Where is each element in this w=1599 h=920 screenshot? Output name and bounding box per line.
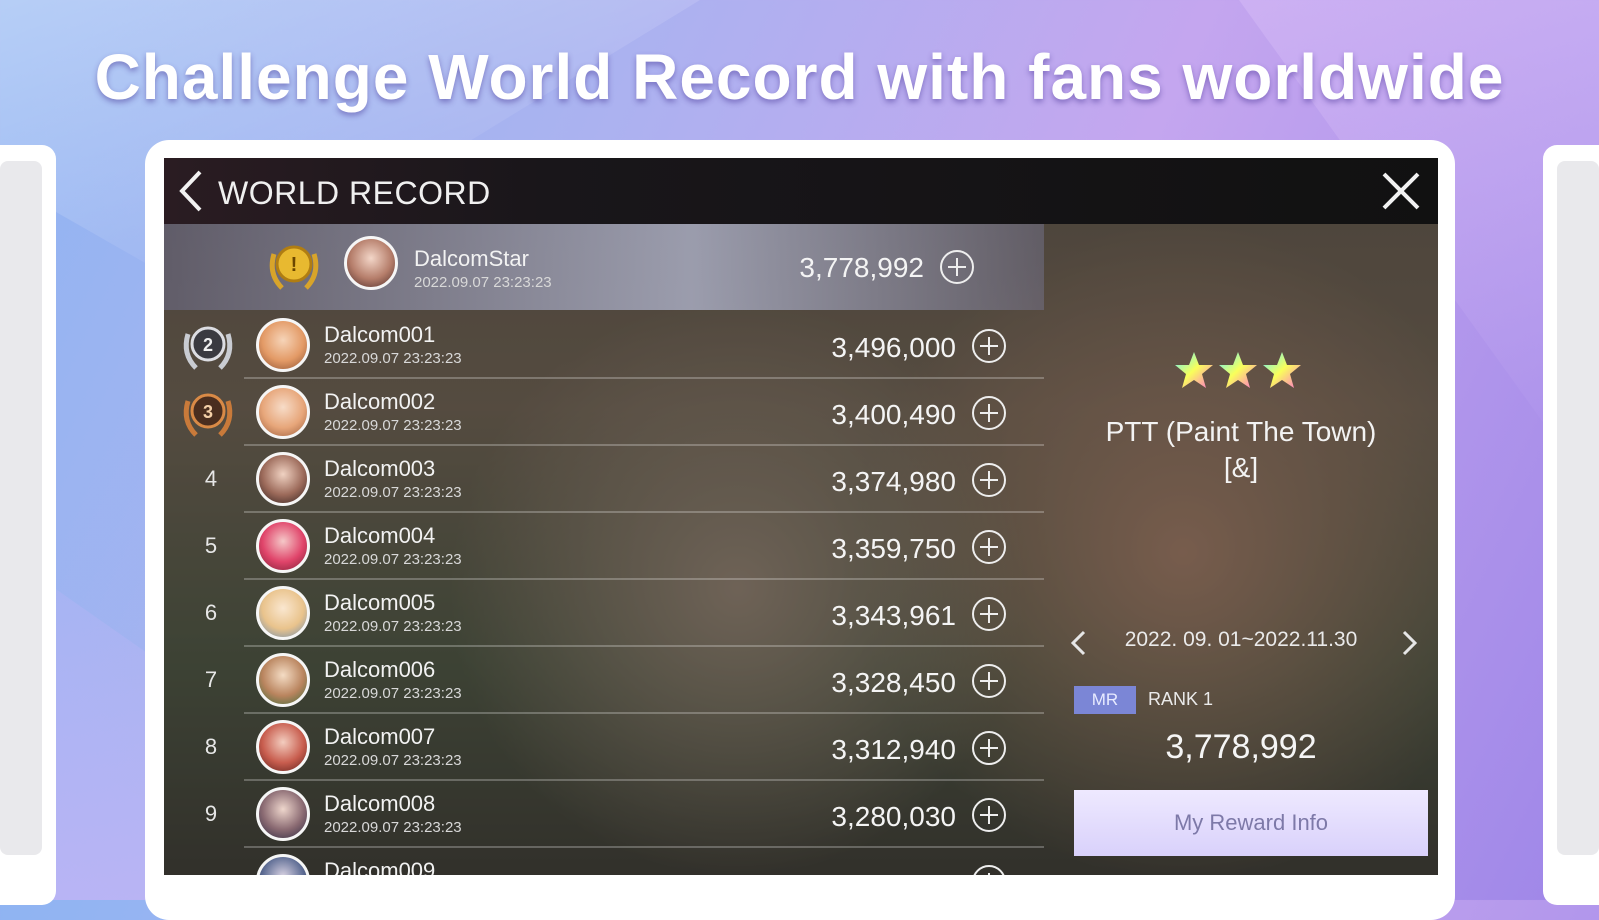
close-icon xyxy=(1382,172,1420,210)
record-date: 2022.09.07 23:23:23 xyxy=(324,618,462,635)
side-screenshot-right xyxy=(1543,145,1599,905)
avatar xyxy=(256,653,310,707)
leaderboard-row[interactable]: 2 Dalcom001 2022.09.07 23:23:23 3,496,00… xyxy=(164,312,1044,379)
player-score: 3,496,000 xyxy=(831,332,956,363)
add-friend-button[interactable] xyxy=(972,664,1006,698)
player-name: Dalcom004 xyxy=(324,523,436,548)
season-period: 2022. 09. 01~2022.11.30 xyxy=(1124,628,1358,651)
world-record-screen: WORLD RECORD ! DalcomStar 2022.09.07 23:… xyxy=(164,158,1438,875)
promo-headline: Challenge World Record with fans worldwi… xyxy=(94,41,1505,113)
rank-number: 8 xyxy=(204,734,218,759)
player-name: Dalcom001 xyxy=(324,322,436,347)
page-title: WORLD RECORD xyxy=(218,175,491,211)
next-period-button[interactable] xyxy=(1394,628,1424,658)
rank-number: 4 xyxy=(204,466,218,491)
gold-medal-icon: ! xyxy=(269,245,319,290)
avatar xyxy=(256,787,310,841)
player-score: 3,778,992 xyxy=(799,252,924,283)
avatar xyxy=(256,854,310,875)
leaderboard-row[interactable]: 8 Dalcom007 2022.09.07 23:23:23 3,312,94… xyxy=(164,714,1044,781)
player-name: Dalcom008 xyxy=(324,791,436,816)
add-friend-button[interactable] xyxy=(972,463,1006,497)
svg-text:3: 3 xyxy=(203,402,213,422)
player-name: Dalcom005 xyxy=(324,590,436,615)
add-friend-button[interactable] xyxy=(972,530,1006,564)
leaderboard-row[interactable]: 3 Dalcom002 2022.09.07 23:23:23 3,400,49… xyxy=(164,379,1044,446)
silver-medal-icon: 2 xyxy=(183,326,233,370)
add-friend-button[interactable] xyxy=(972,731,1006,765)
record-date: 2022.09.07 23:23:23 xyxy=(324,417,462,434)
avatar xyxy=(256,720,310,774)
my-reward-info-button[interactable]: My Reward Info xyxy=(1074,790,1428,856)
close-button[interactable] xyxy=(1378,168,1424,214)
add-friend-button[interactable] xyxy=(972,798,1006,832)
player-score: 3,343,961 xyxy=(831,600,956,631)
record-date: 2022.09.07 23:23:23 xyxy=(324,551,462,568)
side-screenshot-left xyxy=(0,145,56,905)
my-record-badge: MR xyxy=(1074,686,1136,714)
avatar xyxy=(344,236,398,290)
add-friend-button[interactable] xyxy=(940,250,974,284)
my-rank: RANK 1 xyxy=(1148,689,1214,709)
player-name: Dalcom007 xyxy=(324,724,436,749)
add-friend-button[interactable] xyxy=(972,865,1006,875)
leaderboard-row[interactable]: 6 Dalcom005 2022.09.07 23:23:23 3,343,96… xyxy=(164,580,1044,647)
avatar xyxy=(256,586,310,640)
star-icon xyxy=(1175,352,1213,388)
avatar xyxy=(256,385,310,439)
player-name: Dalcom006 xyxy=(324,657,436,682)
leaderboard-row-top[interactable]: ! DalcomStar 2022.09.07 23:23:23 3,778,9… xyxy=(164,224,1044,310)
star-icon xyxy=(1219,352,1257,388)
song-info-panel: PTT (Paint The Town) [&] 2022. 09. 01~20… xyxy=(1044,224,1438,875)
record-date: 2022.09.07 23:23:23 xyxy=(324,350,462,367)
add-friend-button[interactable] xyxy=(972,329,1006,363)
leaderboard-row[interactable]: Dalcom009 xyxy=(164,848,1044,875)
player-name: Dalcom009 xyxy=(324,858,436,875)
rank-number: 6 xyxy=(204,600,218,625)
leaderboard-row[interactable]: 5 Dalcom004 2022.09.07 23:23:23 3,359,75… xyxy=(164,513,1044,580)
title-bar: WORLD RECORD xyxy=(164,158,1438,224)
record-date: 2022.09.07 23:23:23 xyxy=(324,685,462,702)
add-friend-button[interactable] xyxy=(972,396,1006,430)
leaderboard-list[interactable]: ! DalcomStar 2022.09.07 23:23:23 3,778,9… xyxy=(164,224,1044,875)
record-date: 2022.09.07 23:23:23 xyxy=(324,752,462,769)
leaderboard-row[interactable]: 7 Dalcom006 2022.09.07 23:23:23 3,328,45… xyxy=(164,647,1044,714)
bronze-medal-icon: 3 xyxy=(183,393,233,437)
back-button[interactable] xyxy=(172,166,212,216)
add-friend-button[interactable] xyxy=(972,597,1006,631)
song-artist: [&] xyxy=(1223,452,1259,483)
rank-number: 9 xyxy=(204,801,218,826)
avatar xyxy=(256,519,310,573)
svg-text:2: 2 xyxy=(203,335,213,355)
leaderboard-row[interactable]: 9 Dalcom008 2022.09.07 23:23:23 3,280,03… xyxy=(164,781,1044,848)
avatar xyxy=(256,318,310,372)
star-icon xyxy=(1263,352,1301,388)
record-date: 2022.09.07 23:23:23 xyxy=(324,484,462,501)
player-name: Dalcom002 xyxy=(324,389,436,414)
player-name: Dalcom003 xyxy=(324,456,436,481)
rank-number: 5 xyxy=(204,533,218,558)
record-date: 2022.09.07 23:23:23 xyxy=(324,819,462,836)
song-name: PTT (Paint The Town) xyxy=(1105,416,1377,447)
star-rating xyxy=(1174,350,1302,390)
player-name: DalcomStar xyxy=(414,246,529,271)
svg-text:!: ! xyxy=(291,254,298,276)
player-score: 3,374,980 xyxy=(831,466,956,497)
player-score: 3,280,030 xyxy=(831,801,956,832)
chevron-right-icon xyxy=(1402,630,1418,656)
song-title: PTT (Paint The Town) [&] xyxy=(1044,414,1438,486)
chevron-left-icon xyxy=(179,170,202,212)
record-date: 2022.09.07 23:23:23 xyxy=(414,274,552,291)
player-score: 3,400,490 xyxy=(831,399,956,430)
my-score: 3,778,992 xyxy=(1165,728,1317,766)
leaderboard-row[interactable]: 4 Dalcom003 2022.09.07 23:23:23 3,374,98… xyxy=(164,446,1044,513)
player-score: 3,359,750 xyxy=(831,533,956,564)
avatar xyxy=(256,452,310,506)
rank-number: 7 xyxy=(204,667,218,692)
player-score: 3,328,450 xyxy=(831,667,956,698)
player-score: 3,312,940 xyxy=(831,734,956,765)
